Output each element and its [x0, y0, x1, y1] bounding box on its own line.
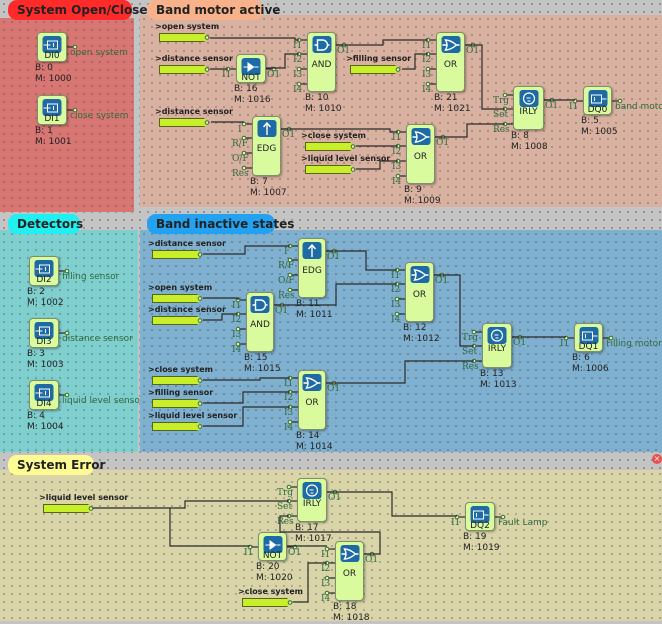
- wire: [203, 406, 290, 427]
- port-connector[interactable]: [287, 272, 293, 278]
- port-connector[interactable]: [287, 600, 293, 605]
- port-connector[interactable]: [197, 378, 203, 383]
- port-connector[interactable]: [324, 575, 330, 581]
- wire: [274, 283, 397, 306]
- port-connector[interactable]: [425, 81, 431, 87]
- wire: [465, 44, 505, 110]
- wire: [356, 160, 398, 170]
- port-connector[interactable]: [287, 257, 293, 263]
- port-connector[interactable]: [394, 311, 400, 317]
- wire: [169, 508, 250, 547]
- wire: [293, 562, 327, 603]
- port-connector[interactable]: [197, 296, 203, 301]
- close-icon[interactable]: ×: [652, 454, 662, 464]
- wire: [327, 491, 457, 517]
- port-connector[interactable]: [64, 392, 70, 398]
- wire: [435, 123, 505, 138]
- port-connector[interactable]: [241, 150, 247, 156]
- port-connector[interactable]: [324, 546, 330, 552]
- wire: [203, 391, 290, 404]
- wire: [203, 313, 238, 321]
- port-connector[interactable]: [64, 268, 70, 274]
- port-connector[interactable]: [241, 135, 247, 141]
- port-connector[interactable]: [197, 401, 203, 406]
- port-connector[interactable]: [286, 484, 292, 490]
- port-connector[interactable]: [608, 335, 614, 341]
- port-connector[interactable]: [287, 287, 293, 293]
- port-connector[interactable]: [350, 144, 356, 149]
- wire: [336, 39, 428, 46]
- port-connector[interactable]: [241, 121, 247, 127]
- port-connector[interactable]: [324, 590, 330, 596]
- port-connector[interactable]: [197, 424, 203, 429]
- wires: [59, 35, 623, 605]
- wire: [434, 274, 474, 347]
- port-connector[interactable]: [204, 35, 210, 40]
- port-connector[interactable]: [502, 92, 508, 98]
- port-connector[interactable]: [395, 173, 401, 179]
- wire: [203, 245, 290, 255]
- port-connector[interactable]: [395, 67, 401, 72]
- wire: [326, 250, 397, 271]
- port-connector[interactable]: [617, 98, 623, 104]
- wire: [281, 128, 398, 133]
- port-connector[interactable]: [88, 506, 94, 511]
- port-connector[interactable]: [350, 167, 356, 172]
- port-connector[interactable]: [425, 66, 431, 72]
- wire: [203, 297, 239, 300]
- port-connector[interactable]: [197, 318, 203, 323]
- port-connector[interactable]: [204, 67, 210, 72]
- wire: [93, 500, 289, 509]
- port-connector[interactable]: [394, 296, 400, 302]
- port-connector[interactable]: [287, 419, 293, 425]
- port-connector[interactable]: [204, 120, 210, 125]
- wire: [402, 53, 428, 70]
- wire: [266, 53, 299, 69]
- port-connector[interactable]: [72, 107, 78, 113]
- port-connector[interactable]: [72, 44, 78, 50]
- port-connector[interactable]: [500, 514, 506, 520]
- port-connector[interactable]: [296, 66, 302, 72]
- wire: [203, 377, 290, 381]
- port-connector[interactable]: [235, 341, 241, 347]
- port-connector[interactable]: [296, 81, 302, 87]
- port-connector[interactable]: [197, 252, 203, 257]
- port-connector[interactable]: [471, 329, 477, 335]
- wire: [326, 360, 474, 384]
- port-connector[interactable]: [64, 330, 70, 336]
- port-connector[interactable]: [235, 326, 241, 332]
- wire: [210, 37, 299, 41]
- port-connector[interactable]: [241, 165, 247, 171]
